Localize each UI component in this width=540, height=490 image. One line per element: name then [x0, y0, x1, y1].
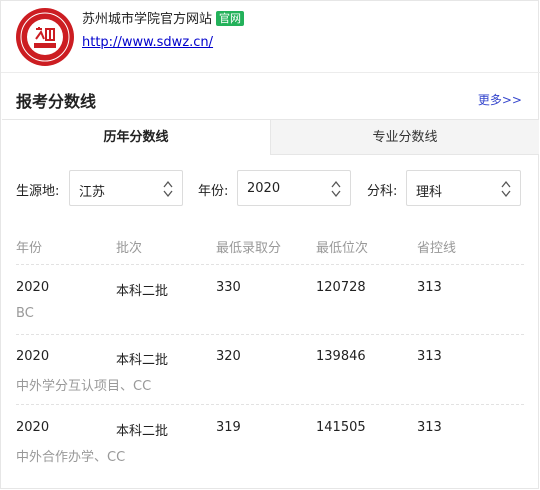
section-title: 报考分数线: [16, 92, 97, 111]
control-line-cell: 313: [417, 349, 442, 364]
min-score-cell: 319: [216, 420, 241, 435]
min-score-cell: 330: [216, 280, 241, 295]
control-line-cell: 313: [417, 280, 442, 295]
batch-cell: 本科二批: [116, 353, 169, 368]
table-row: 2020 本科二批 320 139846 313 中外学分互认项目、CC: [16, 349, 524, 415]
site-name-text[interactable]: 苏州城市学院官方网站: [82, 12, 212, 27]
row-note: BC: [16, 306, 34, 321]
subject-select[interactable]: 理科: [406, 170, 521, 206]
year-value: 2020: [247, 181, 281, 196]
row-divider: [16, 404, 524, 405]
row-divider: [16, 264, 524, 265]
province-label: 生源地:: [16, 184, 60, 199]
min-rank-cell: 120728: [316, 280, 366, 295]
year-select[interactable]: 2020: [237, 170, 351, 206]
tab-bar: 历年分数线 专业分数线: [2, 119, 539, 155]
year-cell: 2020: [16, 420, 50, 435]
subject-label: 分科:: [367, 184, 398, 199]
official-badge: 官网: [216, 11, 245, 26]
site-url-link[interactable]: http://www.sdwz.cn/: [82, 35, 213, 50]
province-select[interactable]: 江苏: [69, 170, 183, 206]
batch-cell: 本科二批: [116, 284, 169, 299]
table-header: 年份 批次 最低录取分 最低位次 省控线: [16, 237, 524, 256]
more-link[interactable]: 更多>>: [478, 91, 522, 108]
filter-bar: 生源地: 江苏 年份: 2020 分科: 理科: [16, 170, 526, 206]
table-row: 2020 本科二批 319 141505 313 中外合作办学、CC: [16, 420, 524, 486]
header-divider: [1, 72, 540, 73]
year-label: 年份:: [198, 184, 229, 199]
sort-arrows-icon: [331, 180, 341, 198]
university-seal-icon[interactable]: [15, 7, 75, 67]
column-header: 最低位次: [316, 241, 369, 256]
sort-arrows-icon: [163, 180, 173, 198]
tab-historical-scores[interactable]: 历年分数线: [2, 119, 270, 155]
column-header: 年份: [16, 241, 43, 256]
control-line-cell: 313: [417, 420, 442, 435]
min-score-cell: 320: [216, 349, 241, 364]
batch-cell: 本科二批: [116, 424, 169, 439]
table-row: 2020 本科二批 330 120728 313 BC: [16, 280, 524, 346]
min-rank-cell: 141505: [316, 420, 366, 435]
sort-arrows-icon: [501, 180, 511, 198]
year-cell: 2020: [16, 349, 50, 364]
column-header: 批次: [116, 241, 143, 256]
row-divider: [16, 334, 524, 335]
tab-major-scores[interactable]: 专业分数线: [270, 119, 539, 155]
row-note: 中外合作办学、CC: [16, 450, 126, 465]
column-header: 最低录取分: [216, 241, 282, 256]
score-card: 苏州城市学院官方网站 官网 http://www.sdwz.cn/ 报考分数线 更…: [0, 0, 540, 489]
subject-value: 理科: [416, 185, 443, 200]
row-note: 中外学分互认项目、CC: [16, 379, 152, 394]
site-title[interactable]: 苏州城市学院官方网站 官网: [82, 8, 245, 27]
province-value: 江苏: [79, 185, 106, 200]
column-header: 省控线: [417, 241, 457, 256]
year-cell: 2020: [16, 280, 50, 295]
min-rank-cell: 139846: [316, 349, 366, 364]
